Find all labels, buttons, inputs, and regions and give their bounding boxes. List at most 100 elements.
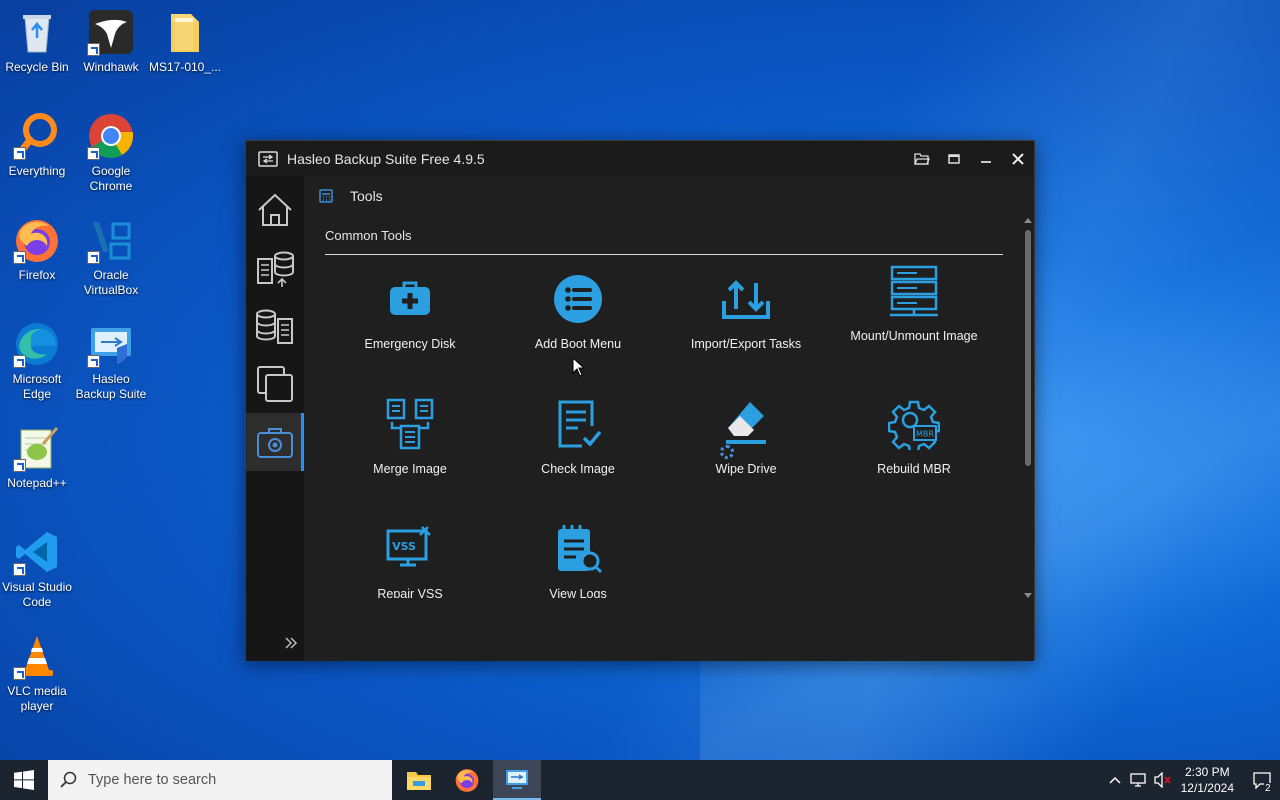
tool-mount-unmount[interactable]: Mount/Unmount Image (830, 265, 998, 344)
restore-icon (948, 153, 960, 164)
window-title: Hasleo Backup Suite Free 4.9.5 (287, 150, 485, 167)
start-button[interactable] (0, 760, 48, 800)
everything-search-icon (13, 112, 61, 160)
mouse-cursor-icon (572, 357, 586, 377)
minimize-button[interactable] (970, 141, 1002, 176)
vlc-icon (13, 632, 61, 680)
system-tray: 2:30 PM 12/1/2024 2 (1103, 760, 1280, 800)
list-circle-icon (554, 275, 602, 323)
vscode-icon (13, 528, 61, 576)
sidebar (246, 176, 304, 661)
svg-text:VSS: VSS (392, 540, 416, 553)
scroll-down-icon[interactable] (1024, 593, 1032, 598)
section-title: Common Tools (325, 228, 412, 243)
show-hidden-icons-button[interactable] (1103, 776, 1127, 784)
svg-text:MBR: MBR (916, 430, 934, 439)
desktop-icon-ms17[interactable]: MS17-010_... (148, 8, 222, 75)
network-button[interactable] (1127, 772, 1151, 788)
desktop-icon-recycle-bin[interactable]: Recycle Bin (0, 8, 74, 75)
virtualbox-icon (87, 216, 135, 264)
nav-backup[interactable] (246, 239, 304, 297)
app-icon (258, 150, 278, 167)
expand-sidebar-icon[interactable] (284, 634, 298, 655)
section-divider (325, 254, 1003, 255)
close-button[interactable] (1002, 141, 1034, 176)
tool-view-logs[interactable]: View Logs (494, 523, 662, 598)
tool-import-export[interactable]: Import/Export Tasks (662, 273, 830, 352)
desktop-icon-hasleo[interactable]: Hasleo Backup Suite (74, 320, 148, 402)
taskbar-search[interactable]: Type here to search (48, 760, 392, 800)
check-document-icon (558, 400, 602, 448)
desktop-icon-edge[interactable]: Microsoft Edge (0, 320, 74, 402)
merge-icon (386, 398, 434, 450)
chrome-icon (87, 112, 135, 160)
hasleo-app-icon (506, 770, 528, 789)
window-mode-button[interactable] (938, 141, 970, 176)
tools-scrollbar[interactable] (1022, 218, 1034, 598)
tool-rebuild-mbr[interactable]: MBR Rebuild MBR (830, 398, 998, 477)
windhawk-icon (87, 8, 135, 56)
nav-tools[interactable] (246, 413, 304, 471)
desktop-icon-notepadpp[interactable]: Notepad++ (0, 424, 74, 491)
notepadpp-icon (13, 424, 61, 472)
eraser-icon (726, 402, 766, 444)
tool-emergency-disk[interactable]: Emergency Disk (326, 273, 494, 352)
gear-mbr-icon: MBR (887, 400, 941, 454)
windows-logo-icon (14, 770, 34, 790)
tool-merge-image[interactable]: Merge Image (326, 398, 494, 477)
search-icon (60, 771, 77, 788)
taskbar-file-explorer[interactable] (395, 760, 443, 800)
firefox-icon (455, 769, 479, 792)
nav-clone[interactable] (246, 355, 304, 413)
nav-home[interactable] (246, 181, 304, 239)
clock[interactable]: 2:30 PM 12/1/2024 (1181, 764, 1234, 796)
volume-button[interactable] (1151, 772, 1175, 788)
folder-icon (161, 8, 209, 56)
tool-check-image[interactable]: Check Image (494, 398, 662, 477)
action-center-button[interactable]: 2 (1244, 771, 1280, 794)
folder-open-icon (914, 152, 930, 165)
network-icon (1129, 773, 1146, 787)
taskbar-firefox[interactable] (443, 760, 491, 800)
recycle-bin-icon (13, 8, 61, 56)
clock-date: 12/1/2024 (1180, 781, 1234, 795)
scroll-thumb[interactable] (1025, 230, 1031, 466)
desktop-icon-everything[interactable]: Everything (0, 112, 74, 179)
file-explorer-icon (407, 772, 431, 790)
restore-db-icon (256, 309, 293, 344)
tool-repair-vss[interactable]: VSS Repair VSS (326, 523, 494, 598)
desktop-icon-vlc[interactable]: VLC media player (0, 632, 74, 714)
breadcrumb-label: Tools (350, 188, 383, 204)
backup-icon (257, 251, 294, 287)
calculator-icon (319, 189, 333, 203)
log-search-icon (558, 525, 603, 574)
chevron-up-icon (1109, 776, 1121, 784)
nav-restore[interactable] (246, 297, 304, 355)
desktop-icon-virtualbox[interactable]: Oracle VirtualBox (74, 216, 148, 298)
desktop-icon-vscode[interactable]: Visual Studio Code (0, 528, 74, 610)
loading-spinner-icon (720, 445, 734, 459)
hasleo-icon (87, 320, 135, 368)
title-bar[interactable]: Hasleo Backup Suite Free 4.9.5 (246, 141, 1034, 176)
open-folder-button[interactable] (906, 141, 938, 176)
desktop-icon-windhawk[interactable]: Windhawk (74, 8, 148, 75)
hasleo-window: Hasleo Backup Suite Free 4.9.5 Tools Com… (245, 140, 1035, 661)
close-icon (1012, 152, 1024, 165)
desktop-icon-firefox[interactable]: Firefox (0, 216, 74, 283)
vss-icon: VSS (386, 526, 431, 567)
scroll-up-icon[interactable] (1024, 218, 1032, 223)
toolbox-icon (257, 428, 293, 458)
tool-add-boot-menu[interactable]: Add Boot Menu (494, 273, 662, 352)
import-export-icon (722, 280, 770, 319)
server-icon (890, 265, 938, 317)
clone-icon (257, 366, 293, 402)
volume-muted-icon (1153, 772, 1171, 788)
tool-wipe-drive[interactable]: Wipe Drive (662, 398, 830, 477)
clock-time: 2:30 PM (1184, 765, 1230, 779)
desktop-icon-chrome[interactable]: Google Chrome (74, 112, 148, 194)
notification-count: 2 (1264, 783, 1272, 794)
taskbar-hasleo[interactable] (493, 760, 541, 800)
firefox-icon (13, 216, 61, 264)
tools-content: Tools Common Tools Emergency Disk Add Bo… (304, 176, 1034, 661)
taskbar: Type here to search 2:30 PM 12/1/2024 2 (0, 760, 1280, 800)
